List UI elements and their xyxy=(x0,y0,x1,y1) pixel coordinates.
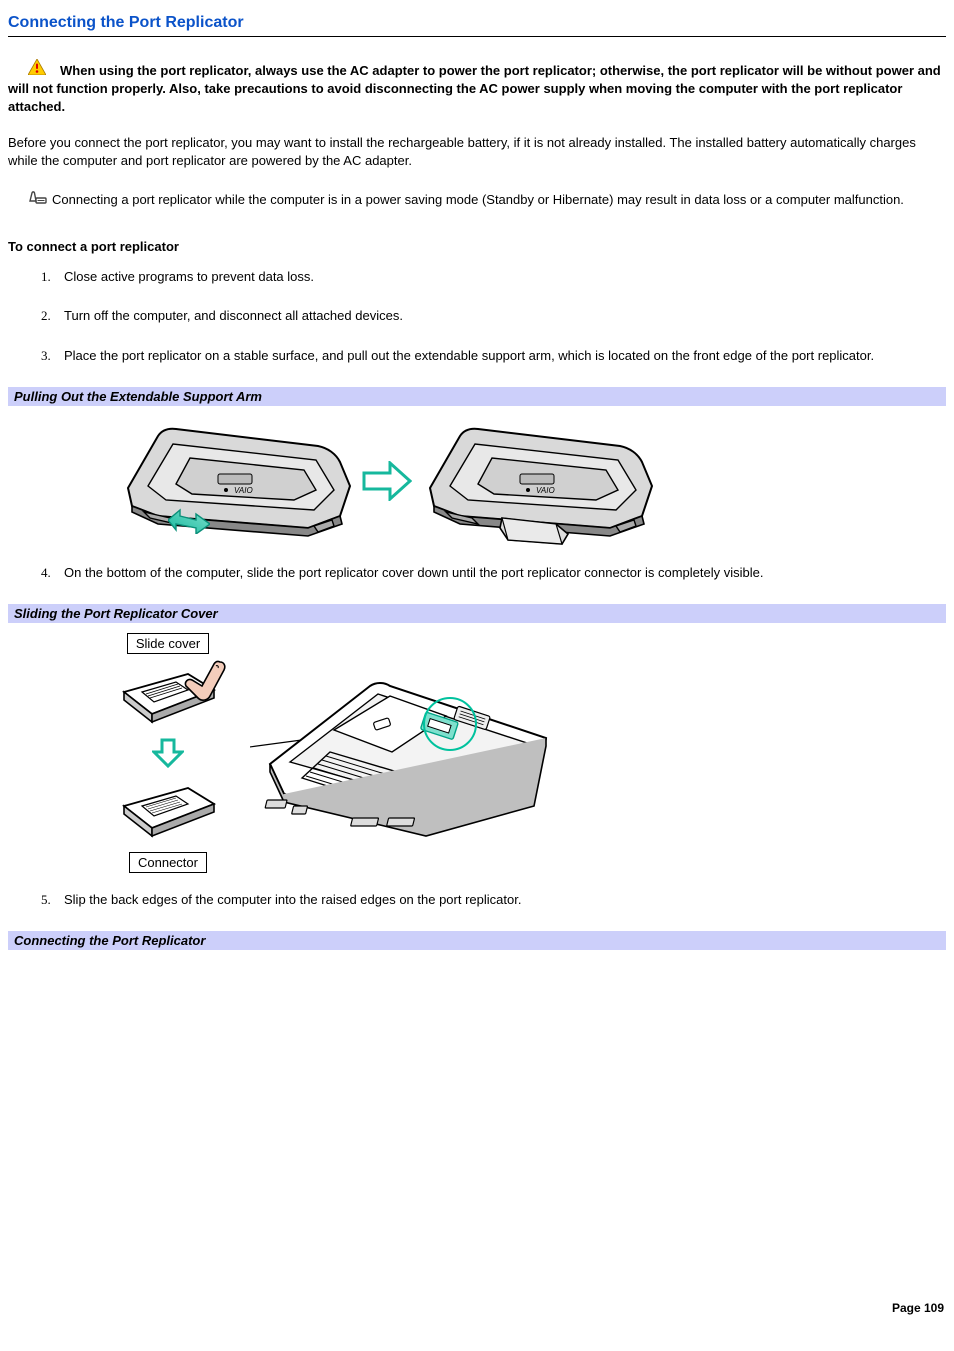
svg-text:VAIO: VAIO xyxy=(536,486,555,495)
note-paragraph: Connecting a port replicator while the c… xyxy=(8,186,946,209)
step-item: On the bottom of the computer, slide the… xyxy=(54,564,946,582)
step-item: Turn off the computer, and disconnect al… xyxy=(54,307,946,325)
port-replicator-before: VAIO xyxy=(118,416,354,546)
steps-list: Close active programs to prevent data lo… xyxy=(8,268,946,366)
intro-paragraph: Before you connect the port replicator, … xyxy=(8,134,946,170)
steps-list: On the bottom of the computer, slide the… xyxy=(8,564,946,582)
arrow-icon xyxy=(362,461,412,501)
steps-list: Slip the back edges of the computer into… xyxy=(8,891,946,909)
step-item: Slip the back edges of the computer into… xyxy=(54,891,946,909)
arrow-down-icon xyxy=(152,738,184,768)
connector-label: Connector xyxy=(129,852,207,873)
heading-rule xyxy=(8,36,946,37)
slide-cover-label: Slide cover xyxy=(127,633,209,654)
figure-caption: Connecting the Port Replicator xyxy=(8,931,946,950)
figure-slide-cover: Slide cover xyxy=(8,633,946,873)
port-replicator-after: VAIO xyxy=(420,416,656,546)
svg-text:VAIO: VAIO xyxy=(234,486,253,495)
step-item: Close active programs to prevent data lo… xyxy=(54,268,946,286)
page-number: Page 109 xyxy=(892,1301,944,1315)
caution-text: When using the port replicator, always u… xyxy=(8,63,941,114)
page-heading: Connecting the Port Replicator xyxy=(8,14,946,32)
caution-icon xyxy=(28,59,46,80)
step-item: Place the port replicator on a stable su… xyxy=(54,347,946,365)
caution-block: When using the port replicator, always u… xyxy=(8,57,946,116)
figure-support-arm: VAIO xyxy=(8,416,946,546)
figure-caption: Sliding the Port Replicator Cover xyxy=(8,604,946,623)
laptop-bottom-illustration xyxy=(250,668,560,838)
note-text: Connecting a port replicator while the c… xyxy=(52,192,904,207)
note-icon xyxy=(28,189,48,210)
procedure-heading: To connect a port replicator xyxy=(8,239,946,254)
figure-caption: Pulling Out the Extendable Support Arm xyxy=(8,387,946,406)
finger-icon xyxy=(180,660,226,710)
